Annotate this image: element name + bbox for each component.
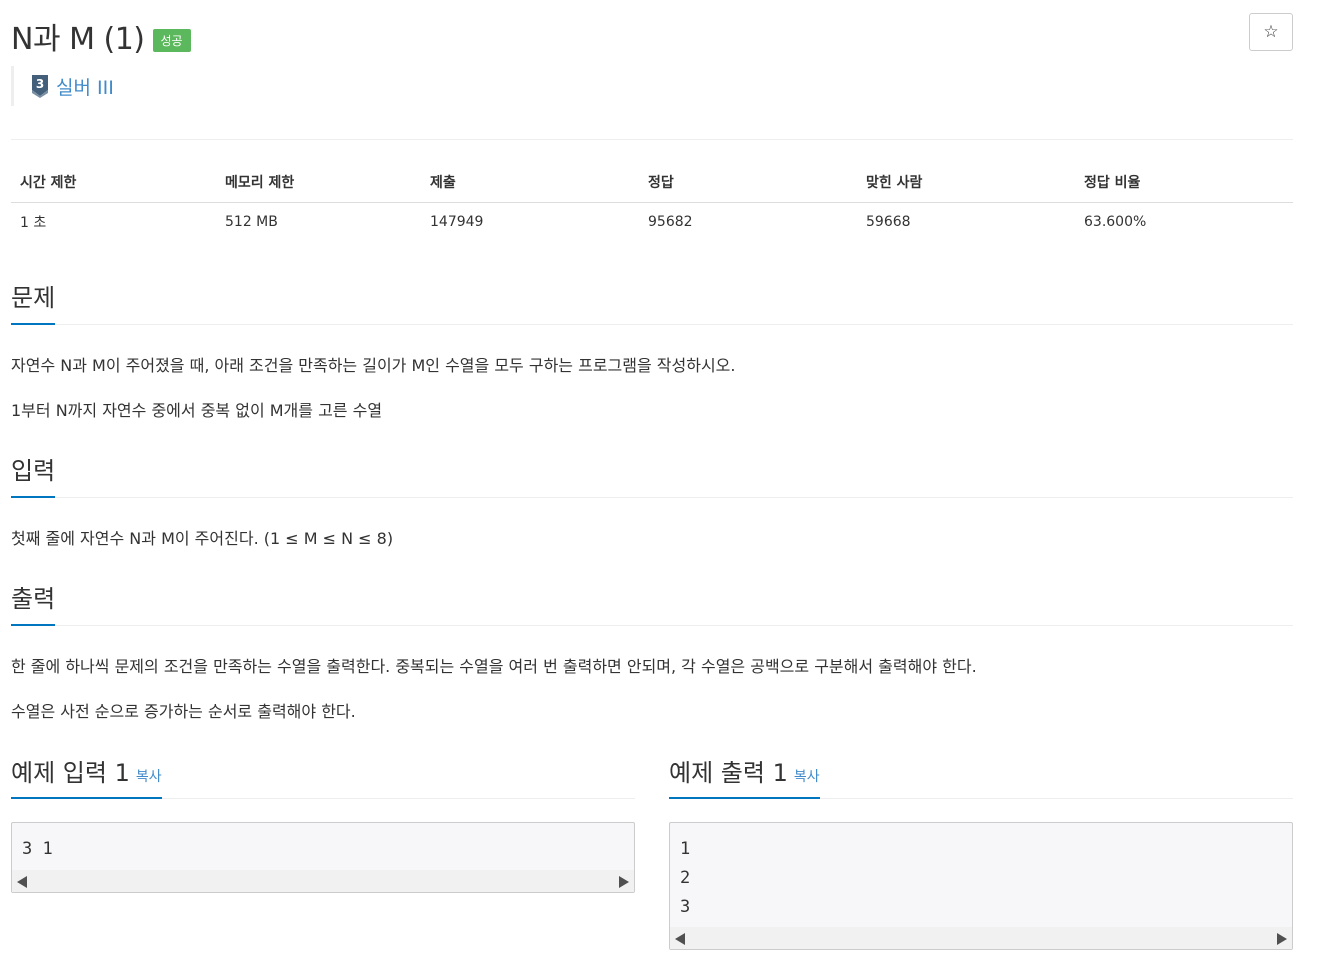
header-accepted: 정답 bbox=[639, 163, 857, 203]
accept-ratio-value: 63.600% bbox=[1084, 214, 1147, 231]
header-accept-ratio: 정답 비율 bbox=[1075, 163, 1293, 203]
problem-description: 자연수 N과 M이 주어졌을 때, 아래 조건을 만족하는 길이가 M인 수열을… bbox=[11, 356, 736, 375]
divider bbox=[11, 139, 1293, 140]
output-section-header: 출력 bbox=[11, 579, 1293, 626]
problem-condition: 1부터 N까지 자연수 중에서 중복 없이 M개를 고른 수열 bbox=[11, 401, 383, 420]
example-input-title-text: 예제 입력 1 bbox=[11, 759, 130, 787]
header-time-limit: 시간 제한 bbox=[11, 163, 216, 203]
time-limit-value: 1 초 bbox=[20, 215, 47, 232]
silver-tier-icon: 3 bbox=[32, 75, 48, 98]
example-output-text: 1 2 3 bbox=[680, 839, 691, 917]
input-section-title: 입력 bbox=[11, 451, 56, 498]
problem-title: N과 M (1) bbox=[11, 22, 145, 57]
output-order-description: 수열은 사전 순으로 증가하는 순서로 출력해야 한다. bbox=[11, 702, 356, 721]
header-submissions: 제출 bbox=[421, 163, 639, 203]
example-input-header: 예제 입력 1 복사 bbox=[11, 753, 635, 799]
table-header-row: 시간 제한 메모리 제한 제출 정답 맞힌 사람 정답 비율 bbox=[11, 163, 1293, 203]
output-description: 한 줄에 하나씩 문제의 조건을 만족하는 수열을 출력한다. 중복되는 수열을… bbox=[11, 657, 977, 676]
example-output-title-text: 예제 출력 1 bbox=[669, 759, 788, 787]
submissions-value: 147949 bbox=[430, 214, 484, 231]
scroll-left-icon[interactable] bbox=[17, 876, 27, 888]
header-solved-users: 맞힌 사람 bbox=[857, 163, 1075, 203]
tier-block: 3 실버 III bbox=[11, 66, 114, 106]
status-badge: 성공 bbox=[152, 28, 191, 52]
copy-output-button[interactable]: 복사 bbox=[794, 769, 820, 785]
horizontal-scrollbar[interactable] bbox=[670, 927, 1292, 949]
solved-users-value: 59668 bbox=[866, 214, 911, 231]
input-section-header: 입력 bbox=[11, 451, 1293, 498]
problem-section-header: 문제 bbox=[11, 278, 1293, 325]
scroll-left-icon[interactable] bbox=[675, 933, 685, 945]
output-section-title: 출력 bbox=[11, 579, 56, 626]
problem-info-table: 시간 제한 메모리 제한 제출 정답 맞힌 사람 정답 비율 1 초 512 M… bbox=[11, 163, 1293, 242]
example-output-title: 예제 출력 1 복사 bbox=[669, 753, 820, 799]
table-row: 1 초 512 MB 147949 95682 59668 63.600% bbox=[11, 202, 1293, 242]
tier-label[interactable]: 실버 III bbox=[56, 73, 114, 100]
horizontal-scrollbar[interactable] bbox=[12, 870, 634, 892]
star-icon: ☆ bbox=[1263, 22, 1279, 42]
copy-input-button[interactable]: 복사 bbox=[136, 769, 162, 785]
memory-limit-value: 512 MB bbox=[225, 214, 278, 231]
problem-title-row: N과 M (1) 성공 bbox=[11, 14, 191, 58]
scroll-right-icon[interactable] bbox=[619, 876, 629, 888]
input-description: 첫째 줄에 자연수 N과 M이 주어진다. (1 ≤ M ≤ N ≤ 8) bbox=[11, 529, 394, 548]
example-input-text: 3 1 bbox=[22, 839, 53, 859]
favorite-star-button[interactable]: ☆ bbox=[1249, 13, 1293, 51]
example-input-code[interactable]: 3 1 bbox=[11, 822, 635, 893]
example-output-code[interactable]: 1 2 3 bbox=[669, 822, 1293, 950]
scroll-right-icon[interactable] bbox=[1277, 933, 1287, 945]
problem-section-title: 문제 bbox=[11, 278, 56, 325]
tier-number: 3 bbox=[36, 77, 44, 91]
example-input-title: 예제 입력 1 복사 bbox=[11, 753, 162, 799]
accepted-value: 95682 bbox=[648, 214, 693, 231]
header-memory-limit: 메모리 제한 bbox=[216, 163, 421, 203]
example-output-header: 예제 출력 1 복사 bbox=[669, 753, 1293, 799]
